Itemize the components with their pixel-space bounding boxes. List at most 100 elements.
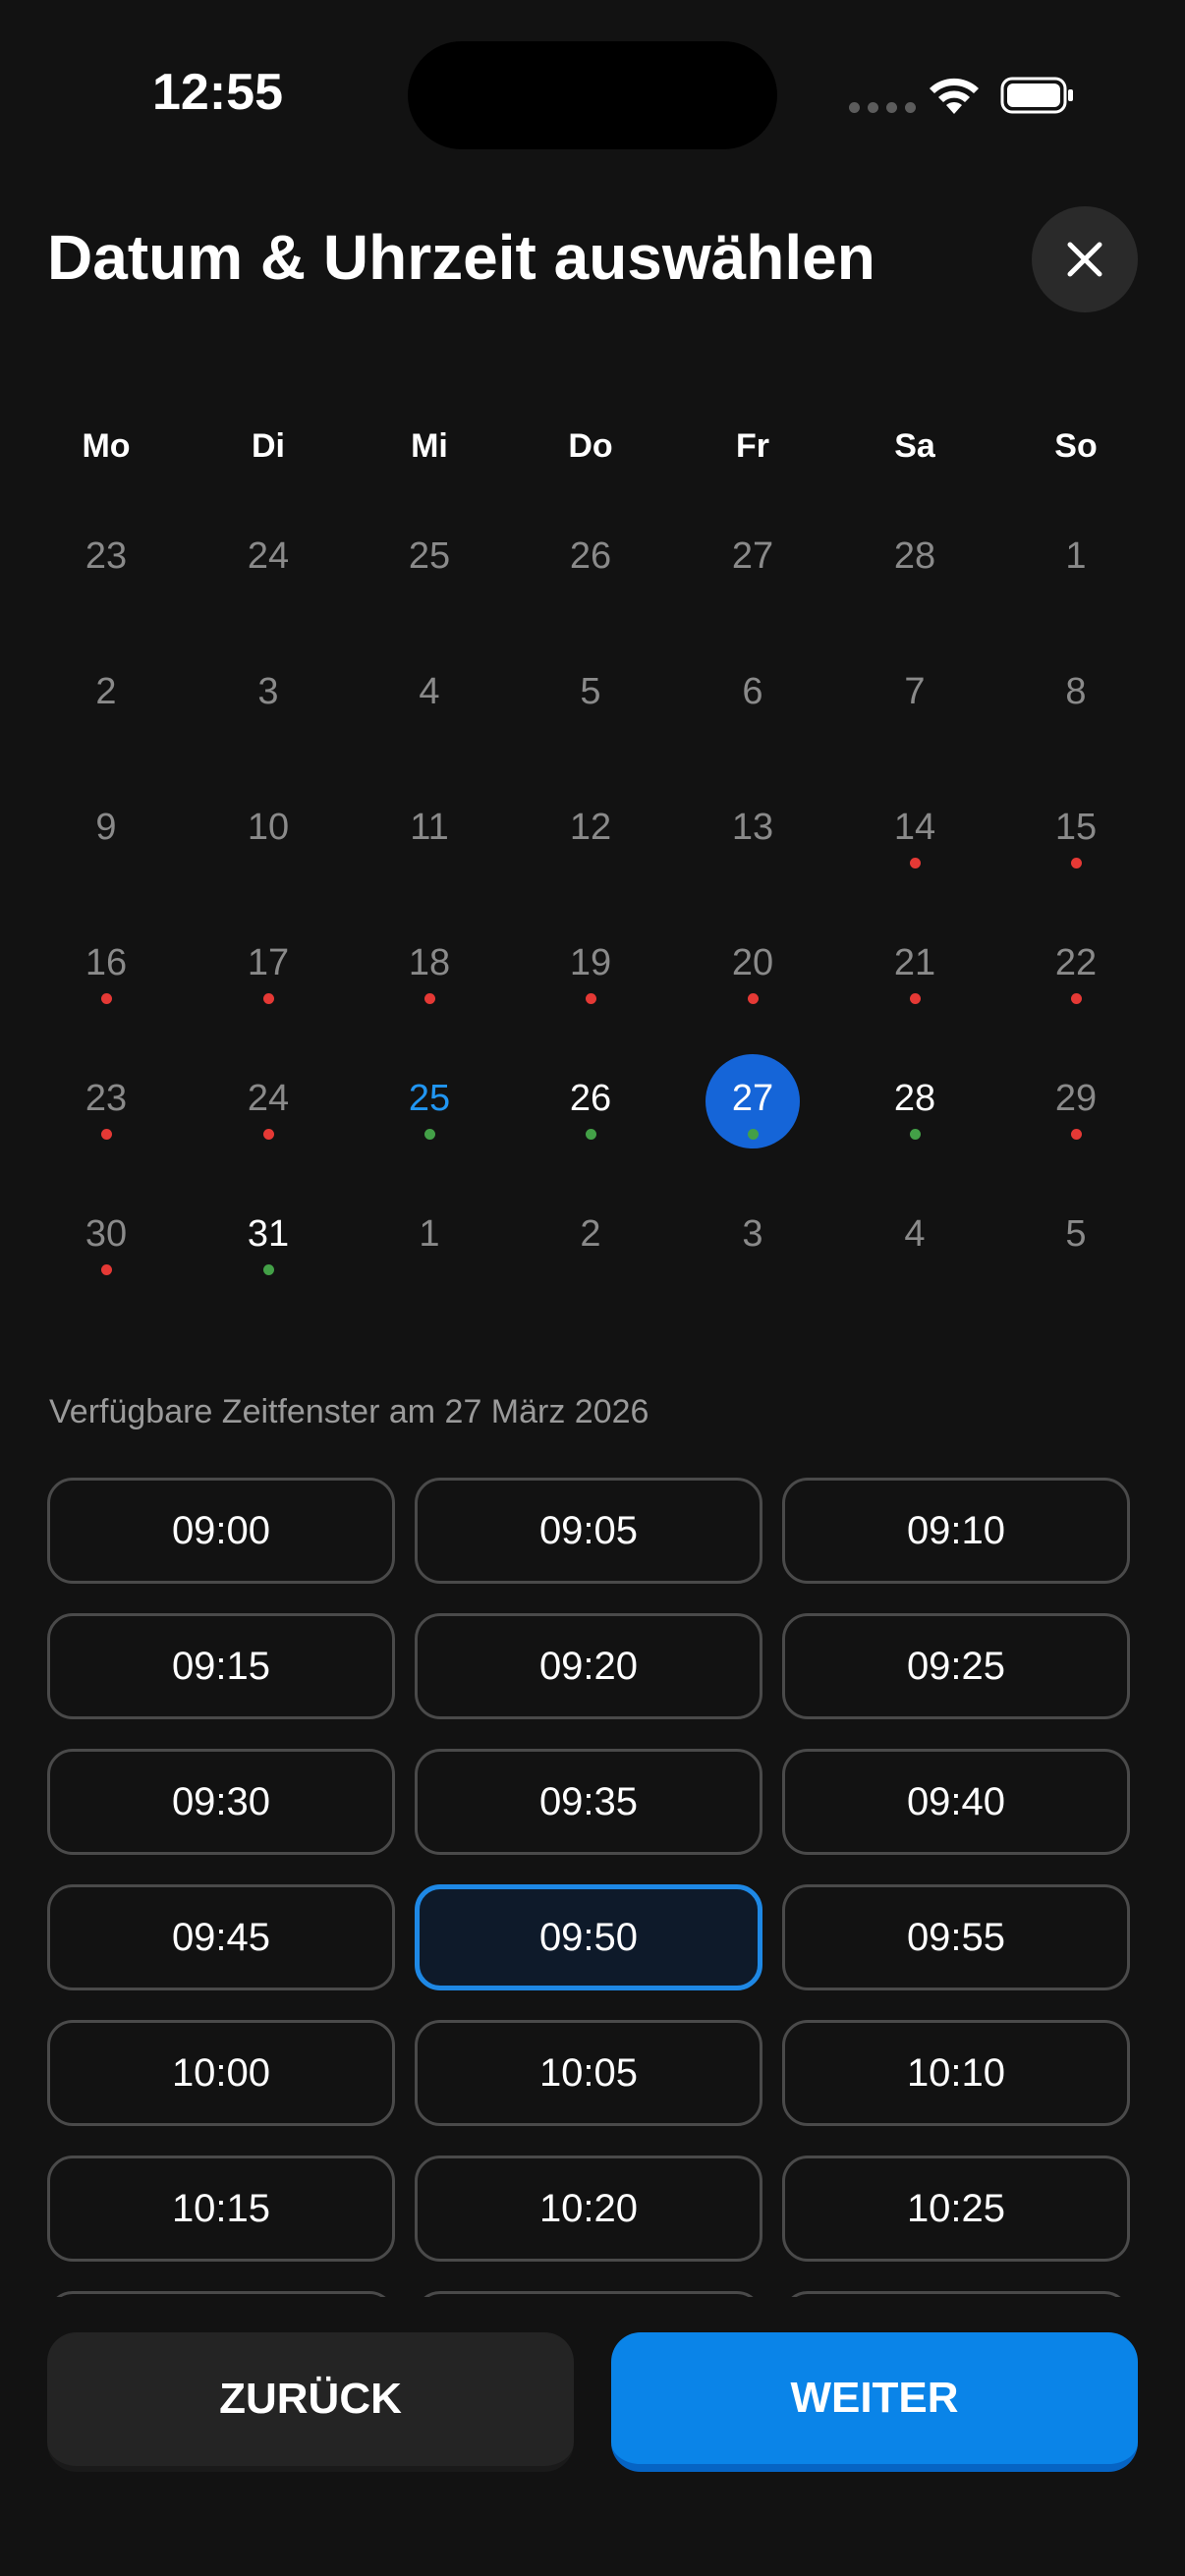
calendar-day[interactable]: 8 (1017, 671, 1135, 713)
calendar-day[interactable]: 15 (1017, 807, 1135, 849)
unavailable-indicator-dot (1071, 1129, 1082, 1140)
unavailable-indicator-dot (101, 1264, 112, 1275)
calendar-day[interactable]: 21 (856, 942, 974, 984)
unavailable-indicator-dot (263, 1129, 274, 1140)
time-slot[interactable]: 09:15 (47, 1613, 395, 1719)
unavailable-indicator-dot (424, 993, 435, 1004)
weekday-label: Mi (411, 427, 448, 465)
calendar-day[interactable]: 28 (856, 1078, 974, 1120)
unavailable-indicator-dot (748, 993, 759, 1004)
weekday-label: Sa (894, 427, 935, 465)
time-slot[interactable]: 09:45 (47, 1884, 395, 1990)
unavailable-indicator-dot (263, 993, 274, 1004)
weekday-label: Fr (736, 427, 769, 465)
calendar-day[interactable]: 26 (532, 535, 649, 578)
calendar-day[interactable]: 7 (856, 671, 974, 713)
calendar-day[interactable]: 6 (694, 671, 812, 713)
calendar-day[interactable]: 26 (532, 1078, 649, 1120)
time-slot[interactable]: 09:30 (47, 1749, 395, 1855)
unavailable-indicator-dot (910, 993, 921, 1004)
weekday-label: Do (568, 427, 613, 465)
weekday-label: Di (252, 427, 285, 465)
calendar-day[interactable]: 24 (209, 535, 327, 578)
next-button[interactable]: WEITER (611, 2332, 1138, 2472)
calendar-day[interactable]: 5 (532, 671, 649, 713)
time-slot[interactable]: 10:10 (782, 2020, 1130, 2126)
available-indicator-dot (748, 1129, 759, 1140)
page-title: Datum & Uhrzeit auswählen (47, 222, 875, 293)
battery-icon (1000, 77, 1073, 114)
time-slot-selected[interactable]: 09:50 (415, 1884, 762, 1990)
time-slot[interactable]: 10:35 (415, 2291, 762, 2297)
calendar-day[interactable]: 22 (1017, 942, 1135, 984)
weekday-label: So (1054, 427, 1098, 465)
calendar-day[interactable]: 18 (370, 942, 488, 984)
calendar-day[interactable]: 19 (532, 942, 649, 984)
calendar-day[interactable]: 27 (694, 535, 812, 578)
time-slot[interactable]: 10:40 (782, 2291, 1130, 2297)
calendar-day[interactable]: 17 (209, 942, 327, 984)
calendar-day[interactable]: 14 (856, 807, 974, 849)
time-slot[interactable]: 09:05 (415, 1478, 762, 1584)
calendar-day[interactable]: 3 (209, 671, 327, 713)
close-icon (1067, 242, 1102, 277)
time-slot[interactable]: 10:30 (47, 2291, 395, 2297)
available-indicator-dot (263, 1264, 274, 1275)
available-indicator-dot (586, 1129, 596, 1140)
time-slot-grid: 09:00 09:05 09:10 09:15 09:20 09:25 09:30 09:35… (0, 1474, 1185, 2297)
calendar-day[interactable]: 31 (209, 1213, 327, 1256)
calendar-day[interactable]: 2 (532, 1213, 649, 1256)
calendar-day[interactable]: 25 (370, 535, 488, 578)
wifi-icon (930, 78, 979, 114)
calendar-day[interactable]: 29 (1017, 1078, 1135, 1120)
time-slot[interactable]: 09:20 (415, 1613, 762, 1719)
available-indicator-dot (910, 1129, 921, 1140)
time-slot[interactable]: 09:40 (782, 1749, 1130, 1855)
calendar-day[interactable]: 23 (47, 1078, 165, 1120)
calendar-day[interactable]: 1 (1017, 535, 1135, 578)
calendar-day[interactable]: 12 (532, 807, 649, 849)
back-button[interactable]: ZURÜCK (47, 2332, 574, 2472)
calendar-day[interactable]: 30 (47, 1213, 165, 1256)
slots-title: Verfügbare Zeitfenster am 27 März 2026 (49, 1393, 649, 1430)
unavailable-indicator-dot (1071, 858, 1082, 868)
calendar-day[interactable]: 27 (694, 1078, 812, 1120)
time-slot[interactable]: 09:00 (47, 1478, 395, 1584)
available-indicator-dot (424, 1129, 435, 1140)
calendar-day[interactable]: 20 (694, 942, 812, 984)
time-slot[interactable]: 09:55 (782, 1884, 1130, 1990)
calendar-day[interactable]: 1 (370, 1213, 488, 1256)
unavailable-indicator-dot (101, 1129, 112, 1140)
calendar-day[interactable]: 28 (856, 535, 974, 578)
calendar-day[interactable]: 10 (209, 807, 327, 849)
unavailable-indicator-dot (910, 858, 921, 868)
calendar-day[interactable]: 11 (370, 807, 488, 849)
calendar-day[interactable]: 9 (47, 807, 165, 849)
unavailable-indicator-dot (586, 993, 596, 1004)
time-slot[interactable]: 10:00 (47, 2020, 395, 2126)
calendar-day[interactable]: 25 (370, 1078, 488, 1120)
time-slot[interactable]: 10:15 (47, 2156, 395, 2262)
calendar-day[interactable]: 2 (47, 671, 165, 713)
calendar-day[interactable]: 4 (856, 1213, 974, 1256)
dynamic-island (408, 41, 777, 149)
calendar-day[interactable]: 24 (209, 1078, 327, 1120)
time-slot[interactable]: 10:05 (415, 2020, 762, 2126)
weekday-header: Mo Di Mi Do Fr Sa So (0, 427, 1185, 476)
close-button[interactable] (1032, 206, 1138, 312)
weekday-label: Mo (82, 427, 131, 465)
calendar-day[interactable]: 4 (370, 671, 488, 713)
unavailable-indicator-dot (101, 993, 112, 1004)
status-bar: 12:55 (0, 0, 1185, 187)
time-slot[interactable]: 09:10 (782, 1478, 1130, 1584)
time-slot[interactable]: 10:20 (415, 2156, 762, 2262)
time-slot[interactable]: 09:25 (782, 1613, 1130, 1719)
unavailable-indicator-dot (1071, 993, 1082, 1004)
calendar-day[interactable]: 16 (47, 942, 165, 984)
calendar-day[interactable]: 13 (694, 807, 812, 849)
calendar-day[interactable]: 5 (1017, 1213, 1135, 1256)
calendar-day[interactable]: 23 (47, 535, 165, 578)
time-slot[interactable]: 09:35 (415, 1749, 762, 1855)
time-slot[interactable]: 10:25 (782, 2156, 1130, 2262)
calendar-day[interactable]: 3 (694, 1213, 812, 1256)
